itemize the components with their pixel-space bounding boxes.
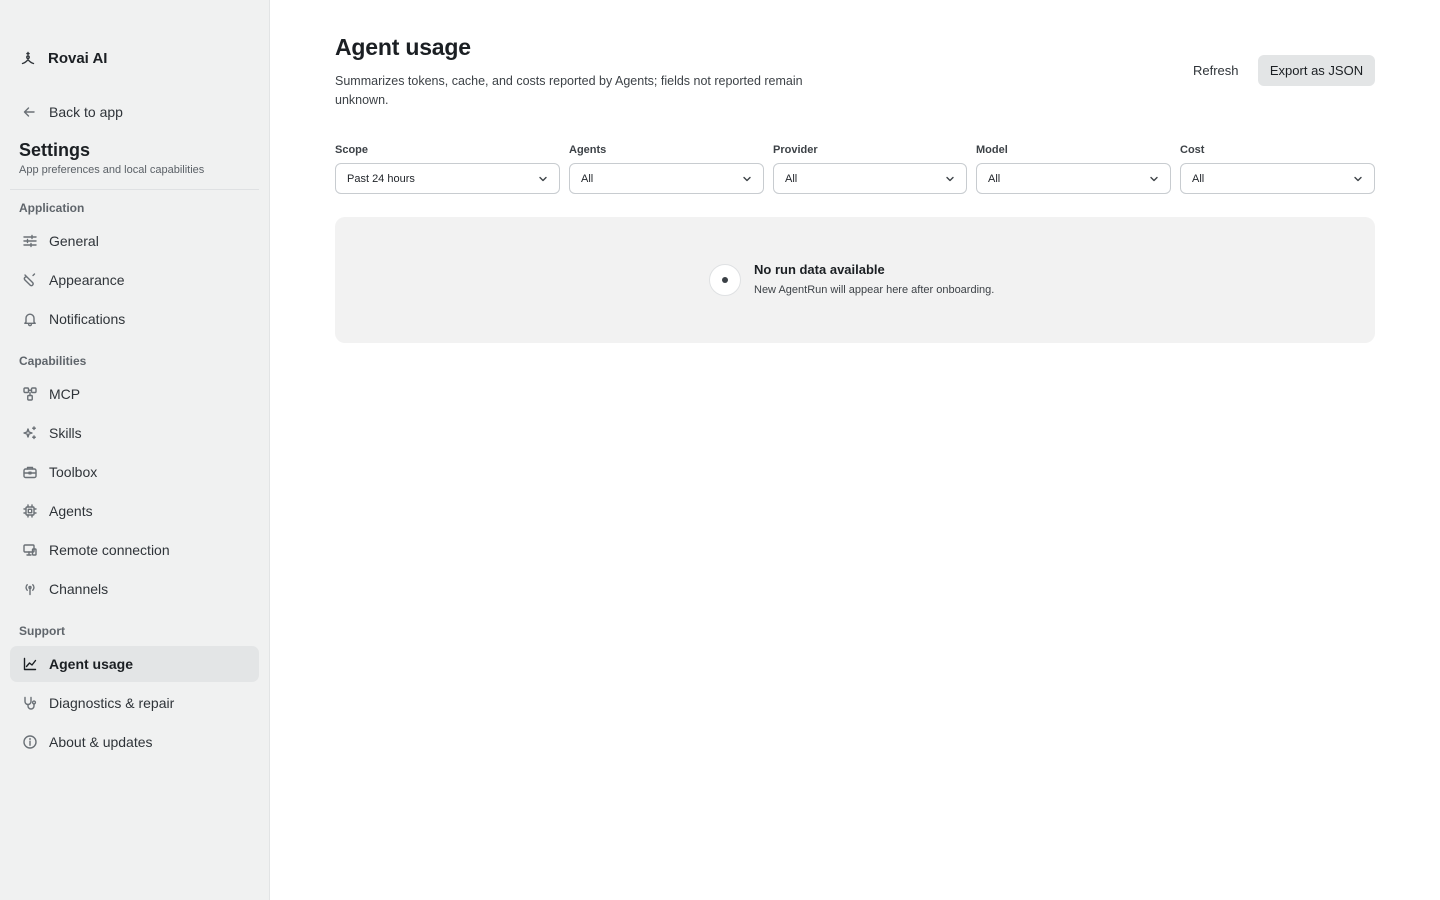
filter-label: Model [976,144,1008,156]
sidebar-item-label: Notifications [49,311,126,327]
broadcast-icon [21,580,39,598]
sliders-icon [21,232,39,250]
sidebar-item-label: General [49,233,99,249]
export-json-button[interactable]: Export as JSON [1258,55,1375,86]
select-value: All [581,172,594,185]
sparkles-icon [21,424,39,442]
filter-label: Scope [335,144,369,156]
sidebar-item-diagnostics[interactable]: Diagnostics & repair [10,685,259,721]
info-icon [21,733,39,751]
main-content: Agent usage Summarizes tokens, cache, an… [270,0,1440,900]
section-label-application: Application [19,201,85,215]
refresh-button[interactable]: Refresh [1180,55,1252,86]
briefcase-icon [21,463,39,481]
sidebar-item-general[interactable]: General [10,223,259,259]
sidebar-item-label: Agent usage [49,656,134,672]
brand: Rovai AI [19,46,107,70]
brush-icon [21,271,39,289]
back-to-app-link[interactable]: Back to app [19,101,123,123]
filter-label: Cost [1180,144,1205,156]
sidebar-item-channels[interactable]: Channels [10,571,259,607]
sidebar-item-appearance[interactable]: Appearance [10,262,259,298]
back-to-app-label: Back to app [49,104,123,120]
filter-label: Agents [569,144,607,156]
section-label-capabilities: Capabilities [19,354,87,368]
sidebar-item-agents[interactable]: Agents [10,493,259,529]
sidebar-divider [10,189,259,190]
sidebar-item-label: About & updates [49,734,153,750]
select-value: All [988,172,1001,185]
cost-select[interactable]: All [1180,163,1375,194]
sidebar-item-remote-connection[interactable]: Remote connection [10,532,259,568]
sidebar-item-label: Channels [49,581,109,597]
arrow-left-icon [19,102,39,122]
sidebar-item-skills[interactable]: Skills [10,415,259,451]
chevron-down-icon [944,173,956,185]
empty-state-title: No run data available [754,262,885,277]
nodes-icon [21,385,39,403]
page-title: Agent usage [335,34,471,60]
page-description: Summarizes tokens, cache, and costs repo… [335,74,803,107]
filter-cost: Cost All [1180,144,1375,194]
sparkle-person-icon [19,49,37,67]
select-value: All [1192,172,1205,185]
chevron-down-icon [1352,173,1364,185]
filter-scope: Scope Past 24 hours [335,144,560,194]
sidebar-item-about[interactable]: About & updates [10,724,259,760]
select-value: All [785,172,798,185]
agents-select[interactable]: All [569,163,764,194]
sidebar-item-label: Agents [49,503,93,519]
empty-state-dot-icon [709,264,741,296]
chevron-down-icon [537,173,549,185]
sidebar-item-notifications[interactable]: Notifications [10,301,259,337]
select-value: Past 24 hours [347,172,415,185]
chevron-down-icon [1148,173,1160,185]
bell-icon [21,310,39,328]
sidebar-item-label: Appearance [49,272,125,288]
dot [722,277,728,283]
filter-agents: Agents All [569,144,764,194]
settings-subtitle: App preferences and local capabilities [19,164,205,176]
sidebar-item-mcp[interactable]: MCP [10,376,259,412]
sidebar: Rovai AI Back to app Settings App prefer… [0,0,270,900]
empty-state-subtitle: New AgentRun will appear here after onbo… [754,284,995,296]
empty-state-card: No run data available New AgentRun will … [335,217,1375,343]
devices-icon [21,541,39,559]
sidebar-item-agent-usage[interactable]: Agent usage [10,646,259,682]
chart-line-icon [21,655,39,673]
filter-provider: Provider All [773,144,967,194]
sidebar-item-label: Remote connection [49,542,170,558]
brand-name: Rovai AI [48,49,108,67]
provider-select[interactable]: All [773,163,967,194]
filter-label: Provider [773,144,818,156]
cpu-icon [21,502,39,520]
sidebar-item-label: MCP [49,386,81,402]
sidebar-item-label: Skills [49,425,82,441]
chevron-down-icon [741,173,753,185]
sidebar-item-label: Toolbox [49,464,98,480]
settings-title: Settings [19,140,91,160]
model-select[interactable]: All [976,163,1171,194]
section-label-support: Support [19,624,65,638]
filter-model: Model All [976,144,1171,194]
stethoscope-icon [21,694,39,712]
sidebar-item-toolbox[interactable]: Toolbox [10,454,259,490]
sidebar-item-label: Diagnostics & repair [49,695,175,711]
scope-select[interactable]: Past 24 hours [335,163,560,194]
